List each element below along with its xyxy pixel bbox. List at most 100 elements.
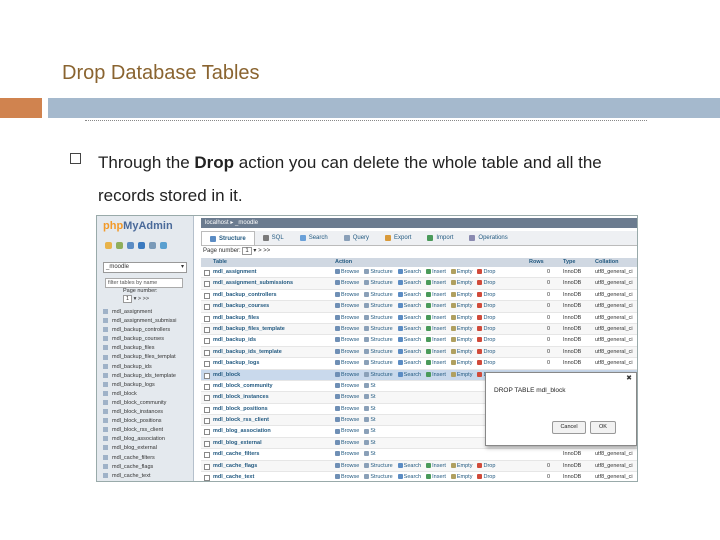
nav-table-item[interactable]: mdl_backup_courses	[103, 335, 177, 344]
table-name-link[interactable]: mdl_block_rss_client	[213, 415, 269, 425]
action-insert[interactable]: Insert	[426, 370, 446, 380]
action-insert[interactable]: Insert	[426, 358, 446, 368]
tab-import[interactable]: Import	[419, 231, 461, 245]
row-checkbox[interactable]	[204, 338, 210, 345]
row-checkbox[interactable]	[204, 406, 210, 413]
action-browse[interactable]: Browse	[335, 278, 359, 288]
action-drop[interactable]: Drop	[477, 324, 495, 334]
table-name-link[interactable]: mdl_assignment_submissions	[213, 278, 293, 288]
action-search[interactable]: Search	[397, 301, 421, 311]
tab-query[interactable]: Query	[336, 231, 377, 245]
table-name-link[interactable]: mdl_backup_courses	[213, 301, 269, 311]
nav-table-item[interactable]: mdl_assignment_submissi	[103, 317, 177, 326]
action-structure[interactable]: Structure	[364, 461, 393, 471]
table-name-link[interactable]: mdl_backup_ids_template	[213, 347, 282, 357]
row-checkbox[interactable]	[204, 463, 210, 470]
query-window-icon[interactable]	[127, 242, 134, 249]
nav-table-item[interactable]: mdl_backup_files_templat	[103, 353, 177, 362]
column-header-collation[interactable]: Collation	[595, 258, 619, 267]
action-empty[interactable]: Empty	[450, 278, 472, 288]
action-search[interactable]: Search	[397, 472, 421, 481]
action-structure[interactable]: Structure	[364, 267, 393, 277]
action-structure[interactable]: Structure	[364, 278, 393, 288]
action-structure[interactable]: St	[364, 381, 376, 391]
action-browse[interactable]: Browse	[335, 415, 359, 425]
nav-table-item[interactable]: mdl_cache_text	[103, 472, 177, 481]
action-browse[interactable]: Browse	[335, 301, 359, 311]
action-insert[interactable]: Insert	[426, 324, 446, 334]
nav-table-item[interactable]: mdl_backup_files	[103, 344, 177, 353]
table-name-link[interactable]: mdl_block_instances	[213, 392, 269, 402]
action-browse[interactable]: Browse	[335, 404, 359, 414]
page-number-select[interactable]: 1	[123, 295, 133, 303]
action-search[interactable]: Search	[397, 347, 421, 357]
action-drop[interactable]: Drop	[477, 278, 495, 288]
row-checkbox[interactable]	[204, 475, 210, 481]
action-structure[interactable]: Structure	[364, 335, 393, 345]
nav-table-item[interactable]: mdl_cache_filters	[103, 454, 177, 463]
action-structure[interactable]: Structure	[364, 313, 393, 323]
action-empty[interactable]: Empty	[450, 301, 472, 311]
action-drop[interactable]: Drop	[477, 301, 495, 311]
action-drop[interactable]: Drop	[477, 461, 495, 471]
table-name-link[interactable]: mdl_blog_external	[213, 438, 262, 448]
row-checkbox[interactable]	[204, 270, 210, 276]
nav-table-item[interactable]: mdl_backup_logs	[103, 381, 177, 390]
database-select[interactable]: _moodle	[103, 262, 187, 273]
table-name-link[interactable]: mdl_cache_flags	[213, 461, 257, 471]
action-search[interactable]: Search	[397, 358, 421, 368]
nav-table-item[interactable]: mdl_blog_external	[103, 444, 177, 453]
table-name-link[interactable]: mdl_backup_ids	[213, 335, 256, 345]
logout-icon[interactable]	[116, 242, 123, 249]
action-search[interactable]: Search	[397, 290, 421, 300]
settings-icon[interactable]	[149, 242, 156, 249]
nav-table-item[interactable]: mdl_block_instances	[103, 408, 177, 417]
action-browse[interactable]: Browse	[335, 290, 359, 300]
row-checkbox[interactable]	[204, 304, 210, 311]
action-empty[interactable]: Empty	[450, 290, 472, 300]
action-drop[interactable]: Drop	[477, 290, 495, 300]
action-insert[interactable]: Insert	[426, 335, 446, 345]
action-empty[interactable]: Empty	[450, 472, 472, 481]
action-insert[interactable]: Insert	[426, 301, 446, 311]
action-structure[interactable]: St	[364, 449, 376, 459]
action-browse[interactable]: Browse	[335, 438, 359, 448]
action-drop[interactable]: Drop	[477, 313, 495, 323]
row-checkbox[interactable]	[204, 418, 210, 425]
action-browse[interactable]: Browse	[335, 335, 359, 345]
tab-search[interactable]: Search	[292, 231, 336, 245]
action-drop[interactable]: Drop	[477, 347, 495, 357]
nav-table-item[interactable]: mdl_backup_ids_template	[103, 372, 177, 381]
filter-tables-input[interactable]: filter tables by name	[105, 278, 183, 288]
table-name-link[interactable]: mdl_backup_controllers	[213, 290, 277, 300]
tab-operations[interactable]: Operations	[461, 231, 515, 245]
action-search[interactable]: Search	[397, 313, 421, 323]
tab-sql[interactable]: SQL	[255, 231, 292, 245]
page-number-select-main[interactable]: 1	[242, 247, 252, 255]
action-browse[interactable]: Browse	[335, 267, 359, 277]
nav-table-item[interactable]: mdl_backup_ids	[103, 363, 177, 372]
action-structure[interactable]: St	[364, 438, 376, 448]
action-search[interactable]: Search	[397, 461, 421, 471]
table-name-link[interactable]: mdl_cache_filters	[213, 449, 259, 459]
action-browse[interactable]: Browse	[335, 472, 359, 481]
action-structure[interactable]: Structure	[364, 358, 393, 368]
reload-icon[interactable]	[160, 242, 167, 249]
table-name-link[interactable]: mdl_blog_association	[213, 426, 271, 436]
action-structure[interactable]: St	[364, 426, 376, 436]
nav-table-item[interactable]: mdl_cache_flags	[103, 463, 177, 472]
nav-table-item[interactable]: mdl_blog_association	[103, 435, 177, 444]
action-empty[interactable]: Empty	[450, 347, 472, 357]
action-browse[interactable]: Browse	[335, 358, 359, 368]
action-drop[interactable]: Drop	[477, 472, 495, 481]
action-structure[interactable]: St	[364, 415, 376, 425]
action-insert[interactable]: Insert	[426, 347, 446, 357]
row-checkbox[interactable]	[204, 349, 210, 356]
action-structure[interactable]: Structure	[364, 301, 393, 311]
nav-table-item[interactable]: mdl_block_rss_client	[103, 426, 177, 435]
column-header-table[interactable]: Table	[213, 258, 227, 267]
column-header-type[interactable]: Type	[563, 258, 575, 267]
nav-table-item[interactable]: mdl_block	[103, 390, 177, 399]
pager-next-main[interactable]: > >>	[258, 248, 270, 254]
action-structure[interactable]: Structure	[364, 290, 393, 300]
